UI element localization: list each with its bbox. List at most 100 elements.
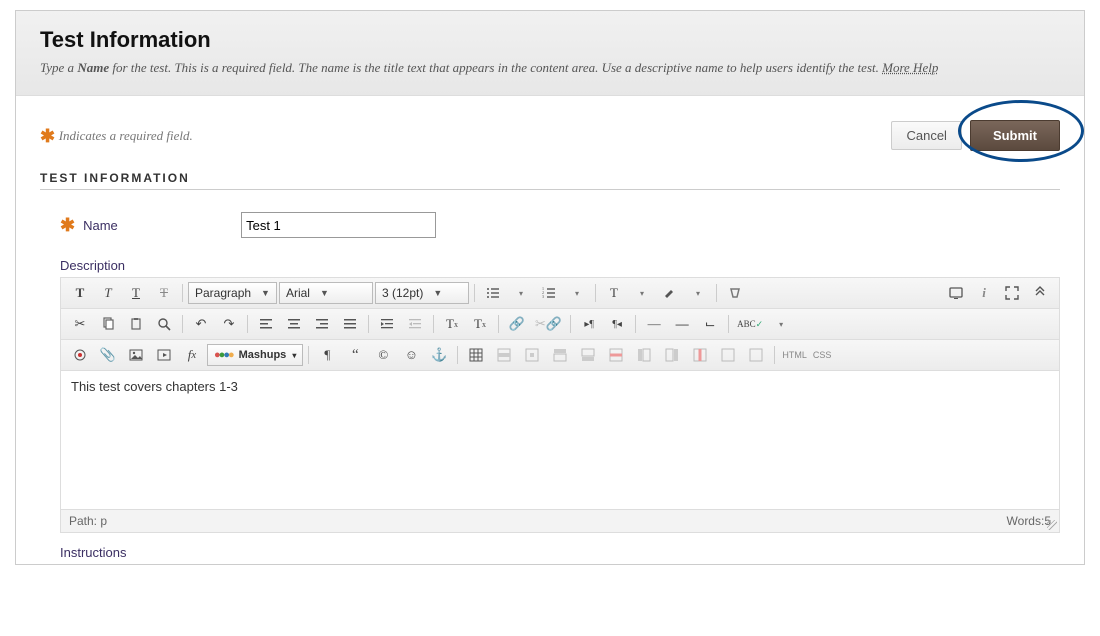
editor-toolbar-row-1: T T T T Paragraph▼ Arial▼ 3 (12pt) ▼ ▾ 12…: [61, 278, 1059, 309]
mashups-button[interactable]: ●●●● Mashups ▾: [207, 344, 303, 366]
list-split-caret-icon[interactable]: ▾: [508, 282, 534, 304]
nbsp-icon[interactable]: ⌙: [697, 313, 723, 335]
separator: [457, 346, 458, 364]
fullscreen-icon[interactable]: [999, 282, 1025, 304]
more-help-link[interactable]: More Help: [882, 60, 938, 75]
size-dropdown[interactable]: 3 (12pt) ▼: [375, 282, 469, 304]
collapse-icon[interactable]: [1027, 282, 1053, 304]
hr-thin-icon[interactable]: ―: [641, 313, 667, 335]
clear-format-button[interactable]: [722, 282, 748, 304]
rtl-icon[interactable]: ¶◂: [604, 313, 630, 335]
align-left-icon[interactable]: [253, 313, 279, 335]
size-dropdown-label: 3 (12pt): [382, 286, 423, 300]
description-label: Description: [60, 258, 1060, 273]
chevron-down-icon: ▼: [320, 288, 329, 298]
delete-table-icon[interactable]: [715, 344, 741, 366]
paste-icon[interactable]: [123, 313, 149, 335]
align-right-icon[interactable]: [309, 313, 335, 335]
editor-content[interactable]: This test covers chapters 1-3: [61, 371, 1059, 509]
hr-icon[interactable]: ―: [669, 313, 695, 335]
separator: [774, 346, 775, 364]
show-blocks-icon[interactable]: ¶: [314, 344, 340, 366]
test-information-panel: Test Information Type a Name for the tes…: [15, 10, 1085, 565]
separator: [570, 315, 571, 333]
format-dropdown[interactable]: Paragraph▼: [188, 282, 277, 304]
separator: [433, 315, 434, 333]
separator: [182, 284, 183, 302]
undo-icon[interactable]: ↶: [188, 313, 214, 335]
insert-row-below-icon[interactable]: [575, 344, 601, 366]
color-caret-icon[interactable]: ▾: [629, 282, 655, 304]
attach-icon[interactable]: 📎: [95, 344, 121, 366]
toolbar-right-group: i: [943, 282, 1053, 304]
separator: [498, 315, 499, 333]
submit-button[interactable]: Submit: [970, 120, 1060, 151]
strike-button[interactable]: T: [151, 282, 177, 304]
name-label: Name: [83, 218, 233, 233]
text-color-button[interactable]: T: [601, 282, 627, 304]
find-icon[interactable]: [151, 313, 177, 335]
separator: [595, 284, 596, 302]
separator: [182, 315, 183, 333]
superscript-icon[interactable]: Tx: [439, 313, 465, 335]
unordered-list-button[interactable]: [480, 282, 506, 304]
record-icon[interactable]: [67, 344, 93, 366]
name-input[interactable]: [241, 212, 436, 238]
chevron-down-icon: ▼: [433, 288, 442, 298]
cut-icon[interactable]: ✂: [67, 313, 93, 335]
ordered-list-button[interactable]: 123: [536, 282, 562, 304]
align-justify-icon[interactable]: [337, 313, 363, 335]
editor-path: Path: p: [69, 514, 107, 528]
media-icon[interactable]: [151, 344, 177, 366]
separator: [728, 315, 729, 333]
panel-body: ✱ Indicates a required field. Cancel Sub…: [16, 96, 1084, 564]
delete-row-icon[interactable]: [603, 344, 629, 366]
resize-grip-icon[interactable]: [1047, 520, 1057, 530]
table-more-icon[interactable]: [743, 344, 769, 366]
unlink-icon[interactable]: ✂🔗: [532, 313, 565, 335]
help-suffix: for the test. This is a required field. …: [109, 60, 882, 75]
link-icon[interactable]: 🔗: [504, 313, 530, 335]
html-view-button[interactable]: HTML: [780, 350, 809, 360]
editor-word-count: Words:5: [1007, 514, 1051, 528]
insert-row-above-icon[interactable]: [547, 344, 573, 366]
underline-button[interactable]: T: [123, 282, 149, 304]
bold-button[interactable]: T: [67, 282, 93, 304]
ltr-icon[interactable]: ▸¶: [576, 313, 602, 335]
outdent-icon[interactable]: [402, 313, 428, 335]
insert-col-right-icon[interactable]: [659, 344, 685, 366]
equation-icon[interactable]: fx: [179, 344, 205, 366]
insert-col-left-icon[interactable]: [631, 344, 657, 366]
info-icon[interactable]: i: [971, 282, 997, 304]
copyright-icon[interactable]: ©: [370, 344, 396, 366]
emoticon-icon[interactable]: ☺: [398, 344, 424, 366]
delete-col-icon[interactable]: [687, 344, 713, 366]
blockquote-icon[interactable]: “: [342, 344, 368, 366]
css-view-button[interactable]: CSS: [811, 350, 834, 360]
separator: [474, 284, 475, 302]
indent-icon[interactable]: [374, 313, 400, 335]
table-cell-props-icon[interactable]: [519, 344, 545, 366]
align-center-icon[interactable]: [281, 313, 307, 335]
font-dropdown[interactable]: Arial▼: [279, 282, 373, 304]
highlight-color-button[interactable]: [657, 282, 683, 304]
cancel-button[interactable]: Cancel: [891, 121, 961, 150]
separator: [368, 315, 369, 333]
copy-icon[interactable]: [95, 313, 121, 335]
preview-icon[interactable]: [943, 282, 969, 304]
action-buttons: Cancel Submit: [891, 120, 1060, 151]
spellcheck-caret-icon[interactable]: ▾: [768, 313, 794, 335]
panel-header: Test Information Type a Name for the tes…: [16, 11, 1084, 96]
editor-toolbar-row-2: ✂ ↶ ↷ Tx Tx 🔗 ✂🔗: [61, 309, 1059, 340]
list-split-caret-icon[interactable]: ▾: [564, 282, 590, 304]
insert-table-icon[interactable]: [463, 344, 489, 366]
subscript-icon[interactable]: Tx: [467, 313, 493, 335]
italic-button[interactable]: T: [95, 282, 121, 304]
chevron-down-icon: ▾: [292, 351, 296, 360]
redo-icon[interactable]: ↷: [216, 313, 242, 335]
color-caret-icon[interactable]: ▾: [685, 282, 711, 304]
spellcheck-icon[interactable]: ABC✓: [734, 313, 766, 335]
image-icon[interactable]: [123, 344, 149, 366]
anchor-icon[interactable]: ⚓: [426, 344, 452, 366]
table-row-props-icon[interactable]: [491, 344, 517, 366]
